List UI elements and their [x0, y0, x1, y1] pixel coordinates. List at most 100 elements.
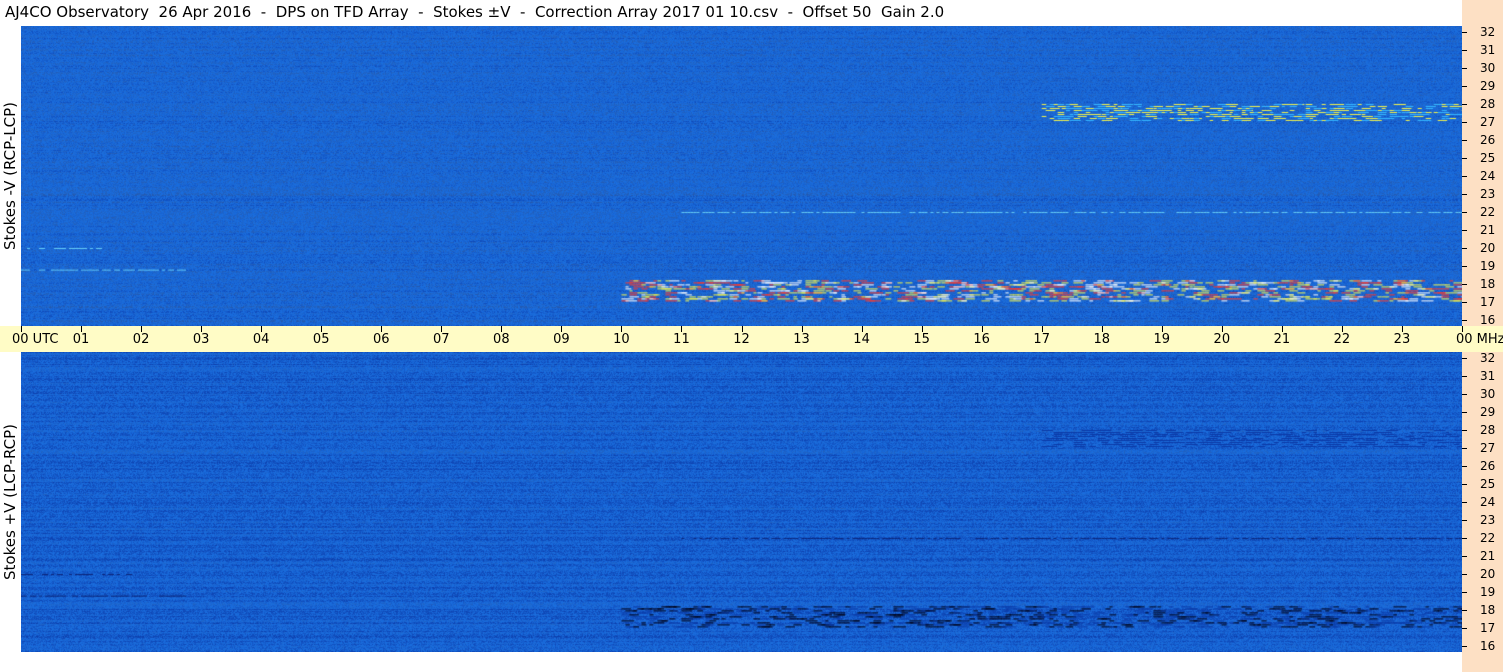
- freq-tick-label: 24: [1480, 169, 1496, 183]
- freq-tick: [1462, 284, 1467, 285]
- freq-tick: [1462, 394, 1467, 395]
- freq-tick-label: 24: [1480, 495, 1496, 509]
- freq-tick-label: 25: [1480, 151, 1496, 165]
- freq-tick: [1462, 448, 1467, 449]
- freq-tick-label: 22: [1480, 531, 1496, 545]
- time-tick-label: 14: [853, 332, 870, 347]
- freq-tick-label: 32: [1480, 351, 1496, 365]
- freq-tick-label: 23: [1480, 513, 1496, 527]
- freq-tick-label: 30: [1480, 61, 1496, 75]
- freq-tick: [1462, 520, 1467, 521]
- freq-tick: [1462, 556, 1467, 557]
- freq-tick: [1462, 230, 1467, 231]
- time-tick-label: 13: [793, 332, 810, 347]
- freq-tick: [1462, 466, 1467, 467]
- time-tick-label: 12: [733, 332, 750, 347]
- time-tick-label: 17: [1033, 332, 1050, 347]
- spectrogram-top-canvas: [21, 26, 1462, 326]
- freq-tick: [1462, 32, 1467, 33]
- freq-tick: [1462, 104, 1467, 105]
- time-tick-label: 08: [493, 332, 510, 347]
- time-tick-label: 04: [252, 332, 270, 347]
- spectrogram-bottom-canvas: [21, 352, 1462, 652]
- freq-tick-label: 27: [1480, 441, 1496, 455]
- freq-tick-label: 18: [1480, 603, 1496, 617]
- freq-tick-label: 25: [1480, 477, 1496, 491]
- freq-tick-label: 20: [1480, 567, 1496, 581]
- spectrogram-bottom-panel: [21, 352, 1462, 652]
- freq-tick-label: 31: [1480, 43, 1496, 57]
- freq-tick-label: 28: [1480, 97, 1496, 111]
- time-tick-label: 19: [1153, 332, 1171, 347]
- time-tick-label: 03: [192, 332, 210, 347]
- freq-tick-label: 17: [1480, 621, 1496, 635]
- time-tick-label: 23: [1393, 332, 1411, 347]
- freq-tick: [1462, 212, 1467, 213]
- time-tick-label: 18: [1093, 332, 1111, 347]
- freq-tick-label: 19: [1480, 585, 1496, 599]
- time-tick-label: 09: [553, 332, 570, 347]
- freq-tick: [1462, 358, 1467, 359]
- freq-tick-label: 26: [1480, 133, 1496, 147]
- freq-tick: [1462, 610, 1467, 611]
- freq-tick-label: 29: [1480, 79, 1496, 93]
- freq-tick: [1462, 376, 1467, 377]
- freq-tick: [1462, 266, 1467, 267]
- time-tick-label: 11: [673, 332, 690, 347]
- time-tick-label: 00 MHz: [1456, 332, 1503, 347]
- time-tick-label: 01: [72, 332, 90, 347]
- freq-tick: [1462, 574, 1467, 575]
- y-axis-label-top: Stokes -V (RCP-LCP): [0, 102, 19, 250]
- time-tick-label: 15: [913, 332, 930, 347]
- frequency-axis-top: 32 31 30 29 28 27 26 25 24 23 22 21 20 19 18 17 16: [1462, 25, 1503, 327]
- freq-tick-label: 23: [1480, 187, 1496, 201]
- time-tick-label: 22: [1333, 332, 1351, 347]
- freq-tick: [1462, 140, 1467, 141]
- time-tick-label: 10: [613, 332, 630, 347]
- freq-tick-label: 21: [1480, 223, 1496, 237]
- freq-tick-label: 30: [1480, 387, 1496, 401]
- freq-tick: [1462, 122, 1467, 123]
- bottom-margin: [0, 652, 1462, 672]
- freq-tick-label: 16: [1480, 313, 1496, 327]
- freq-tick: [1462, 320, 1467, 321]
- time-axis-bar: 00 UTC 01 02 03 04 05 06 07 08 09 10 11 12 13 14 15 16 17…: [0, 326, 1503, 352]
- freq-tick-label: 31: [1480, 369, 1496, 383]
- freq-tick-label: 28: [1480, 423, 1496, 437]
- frequency-axis-bottom: 32 31 30 29 28 27 26 25 24 23 22 21 20 19 18 17 16: [1462, 351, 1503, 653]
- freq-tick: [1462, 484, 1467, 485]
- time-tick-label: 05: [312, 332, 330, 347]
- freq-tick: [1462, 628, 1467, 629]
- freq-tick: [1462, 68, 1467, 69]
- time-tick-label: 20: [1213, 332, 1231, 347]
- time-tick-label: 16: [973, 332, 990, 347]
- freq-tick-label: 17: [1480, 295, 1496, 309]
- freq-tick-label: 18: [1480, 277, 1496, 291]
- freq-tick-label: 21: [1480, 549, 1496, 563]
- freq-tick-label: 26: [1480, 459, 1496, 473]
- freq-tick-label: 16: [1480, 639, 1496, 653]
- y-axis-label-bottom: Stokes +V (LCP-RCP): [1, 424, 19, 580]
- freq-tick: [1462, 592, 1467, 593]
- time-tick-label: 06: [372, 332, 390, 347]
- freq-tick: [1462, 50, 1467, 51]
- freq-tick-label: 27: [1480, 115, 1496, 129]
- freq-tick: [1462, 158, 1467, 159]
- freq-tick-label: 19: [1480, 259, 1496, 273]
- freq-tick: [1462, 502, 1467, 503]
- spectrogram-top-panel: [21, 26, 1462, 326]
- time-tick-label: 00 UTC: [12, 332, 59, 347]
- freq-tick: [1462, 248, 1467, 249]
- freq-tick-label: 32: [1480, 25, 1496, 39]
- freq-tick-label: 22: [1480, 205, 1496, 219]
- freq-tick: [1462, 430, 1467, 431]
- freq-tick: [1462, 86, 1467, 87]
- time-tick-label: 02: [132, 332, 150, 347]
- freq-tick-label: 20: [1480, 241, 1496, 255]
- time-tick-label: 21: [1273, 332, 1291, 347]
- freq-tick: [1462, 646, 1467, 647]
- freq-tick: [1462, 194, 1467, 195]
- freq-tick: [1462, 176, 1467, 177]
- freq-tick: [1462, 412, 1467, 413]
- freq-tick-label: 29: [1480, 405, 1496, 419]
